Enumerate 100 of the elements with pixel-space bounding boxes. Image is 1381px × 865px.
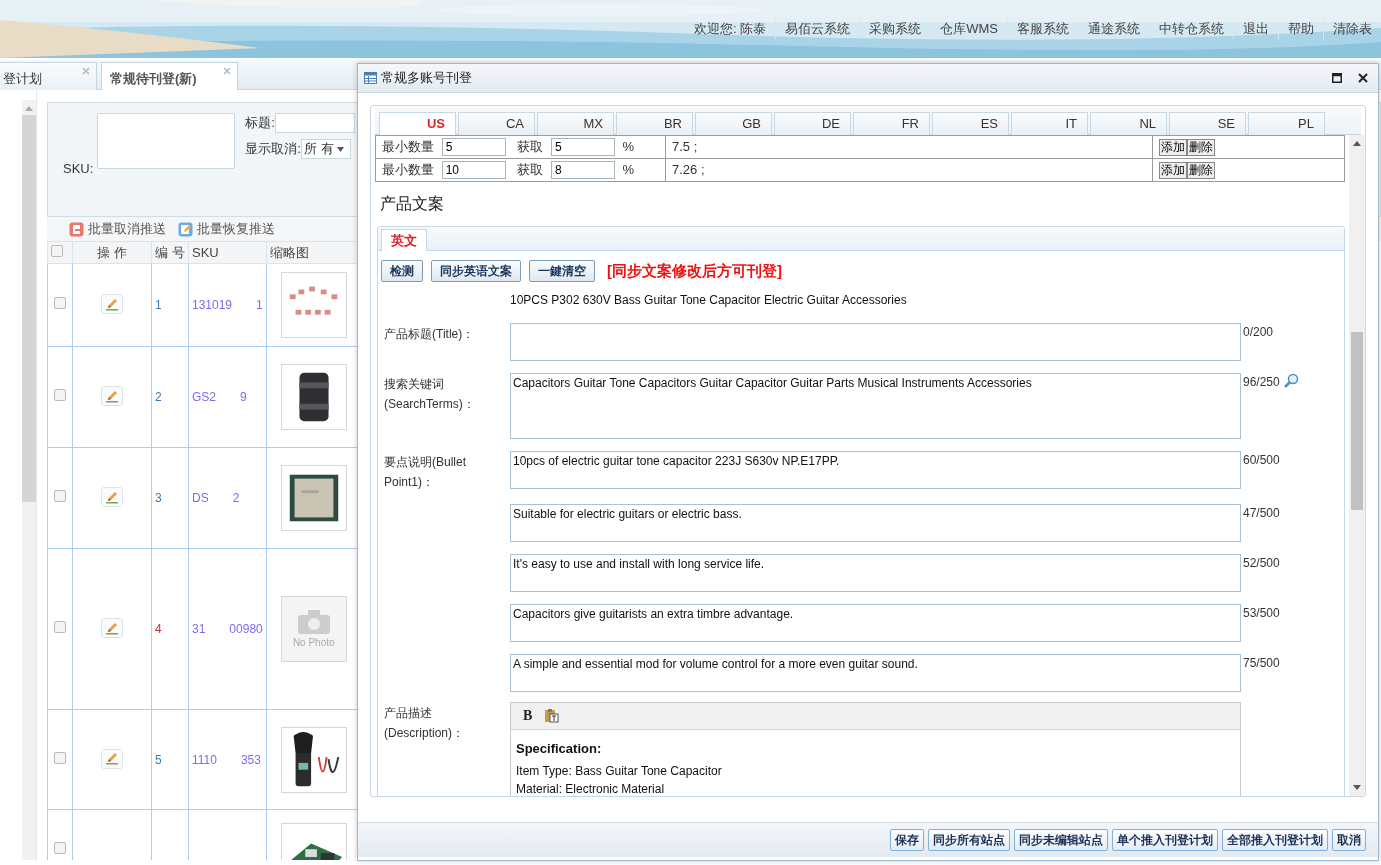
site-tab[interactable]: MX	[537, 112, 614, 135]
percent-field[interactable]: 8	[550, 161, 615, 180]
field-label: 要点说明(Bullet Point1)：	[384, 454, 466, 489]
site-tab[interactable]: IT	[1011, 112, 1088, 135]
paste-icon[interactable]	[544, 708, 560, 723]
scroll-up-icon[interactable]	[1353, 141, 1361, 146]
site-tab[interactable]: ES	[932, 112, 1009, 135]
site-tab[interactable]: US	[379, 112, 456, 136]
copy-button[interactable]: 同步英语文案	[431, 260, 521, 283]
row-number: 3	[155, 491, 162, 505]
row-checkbox[interactable]	[54, 389, 66, 401]
toolbar-link[interactable]: 批量取消推送	[88, 219, 166, 239]
nav-link[interactable]: 通途系统	[1078, 19, 1149, 39]
description-line: Item Type: Bass Guitar Tone Capacitor	[516, 762, 723, 780]
scrollbar-thumb[interactable]	[1351, 332, 1363, 510]
site-tab[interactable]: BR	[616, 112, 693, 135]
toolbar-link[interactable]: 批量恢复推送	[197, 219, 275, 239]
text-area[interactable]: A simple and essential mod for volume control for a more even guitar sound.	[510, 653, 1241, 692]
maximize-icon[interactable]	[1332, 73, 1342, 83]
rule-button[interactable]: 添加	[1159, 139, 1187, 157]
row-checkbox[interactable]	[54, 841, 66, 854]
sku-link[interactable]: GS2 9	[192, 390, 247, 404]
text-area[interactable]: 10pcs of electric guitar tone capacitor 223J S630v NP.E17PP.	[510, 450, 1241, 489]
edit-button[interactable]	[101, 487, 123, 508]
close-icon[interactable]	[1358, 73, 1368, 83]
show-cancel-select[interactable]: 所 有	[300, 139, 351, 159]
percent-unit: %	[622, 162, 635, 178]
nav-link[interactable]: 易佰云系统	[775, 19, 860, 39]
row-checkbox[interactable]	[54, 297, 66, 309]
edit-button[interactable]	[101, 294, 123, 315]
language-tab[interactable]: 英文	[381, 229, 427, 251]
site-tab[interactable]: PL	[1248, 112, 1325, 135]
sku-link[interactable]: DS 2	[192, 491, 240, 505]
scrollbar-thumb[interactable]	[22, 115, 36, 502]
title-label: 标题:	[245, 114, 275, 132]
nav-link[interactable]: 仓库WMS	[930, 19, 1007, 39]
text-area[interactable]: Capacitors Guitar Tone Capacitors Guitar Capacitor Guitar Parts Musical Instruments Accessories	[510, 372, 1241, 439]
nav-link[interactable]: 清除表	[1323, 19, 1381, 39]
select-all-checkbox[interactable]	[51, 244, 63, 257]
row-checkbox[interactable]	[54, 751, 66, 764]
close-tab-icon[interactable]	[222, 67, 231, 75]
page-tab[interactable]: 常规待刊登(新)	[101, 62, 238, 90]
rule-button[interactable]: 添加	[1159, 162, 1187, 180]
nav-link[interactable]: 采购系统	[859, 19, 931, 39]
copy-button[interactable]: 检测	[381, 260, 423, 283]
column-header: 缩略图	[269, 244, 309, 260]
nav-link[interactable]: 帮助	[1278, 19, 1323, 39]
site-tab[interactable]: CA	[458, 112, 535, 135]
qty-field[interactable]: 5	[441, 138, 506, 157]
qty-field[interactable]: 10	[441, 161, 506, 180]
footer-button[interactable]: 同步所有站点	[928, 829, 1010, 851]
edit-button[interactable]	[101, 748, 123, 769]
edit-button[interactable]	[101, 386, 123, 407]
bold-button[interactable]: B	[523, 705, 533, 726]
footer-button[interactable]: 同步未编辑站点	[1014, 829, 1108, 851]
nav-link[interactable]: 退出	[1233, 19, 1278, 39]
pencil-icon	[105, 490, 119, 504]
text-area[interactable]: Capacitors give guitarists an extra timbre advantage.	[510, 603, 1241, 642]
footer-button[interactable]: 全部推入刊登计划	[1222, 829, 1328, 851]
rule-button[interactable]: 删除	[1187, 162, 1215, 180]
row-number: 4	[155, 622, 162, 636]
rule-button[interactable]: 删除	[1187, 139, 1215, 157]
footer-button[interactable]: 单个推入刊登计划	[1112, 829, 1218, 851]
row-checkbox[interactable]	[54, 621, 66, 633]
row-checkbox[interactable]	[54, 490, 66, 502]
sku-label: SKU:	[63, 159, 94, 178]
sku-field[interactable]	[97, 113, 236, 169]
footer-button[interactable]: 取消	[1332, 829, 1366, 851]
text-area[interactable]: It's easy to use and install with long service life.	[510, 553, 1241, 592]
close-tab-icon[interactable]	[82, 67, 90, 75]
edit-button[interactable]	[101, 618, 123, 639]
show-cancel-label: 显示取消:	[245, 140, 301, 158]
reference-title: 10PCS P302 630V Bass Guitar Tone Capacitor Electric Guitar Accessories	[510, 291, 908, 309]
nav-link[interactable]: 中转仓系统	[1149, 19, 1233, 39]
pencil-icon	[105, 297, 119, 311]
char-count: 0/200	[1243, 323, 1274, 341]
site-tab[interactable]: GB	[695, 112, 772, 135]
scroll-down-icon[interactable]	[1353, 785, 1361, 790]
search-icon[interactable]	[1282, 372, 1299, 389]
site-tab[interactable]: FR	[853, 112, 930, 135]
page-tab[interactable]: 登计划	[0, 62, 97, 90]
site-tab[interactable]: DE	[774, 112, 851, 135]
footer-button[interactable]: 保存	[890, 829, 924, 851]
nav-link[interactable]: 客服系统	[1007, 19, 1078, 39]
sku-link[interactable]: 131019 1	[192, 298, 263, 312]
percent-field[interactable]: 5	[550, 138, 615, 157]
site-tab[interactable]: SE	[1169, 112, 1246, 135]
copy-button[interactable]: 一鍵清空	[529, 260, 595, 283]
column-header: 操 作	[97, 244, 127, 260]
text-area[interactable]	[510, 322, 1241, 361]
title-field[interactable]	[274, 113, 355, 133]
description-line: Material: Electronic Material	[516, 780, 666, 796]
dropdown-arrow-icon[interactable]	[336, 146, 344, 152]
text-area[interactable]: Suitable for electric guitars or electric bass.	[510, 503, 1241, 542]
no-photo-text: No Photo	[292, 635, 335, 650]
site-tab[interactable]: NL	[1090, 112, 1167, 135]
sku-link[interactable]: 31 00980	[192, 622, 263, 636]
row-number: 5	[155, 752, 162, 767]
column-header: 编 号	[155, 244, 185, 260]
sku-link[interactable]: 1110 353	[192, 752, 261, 767]
